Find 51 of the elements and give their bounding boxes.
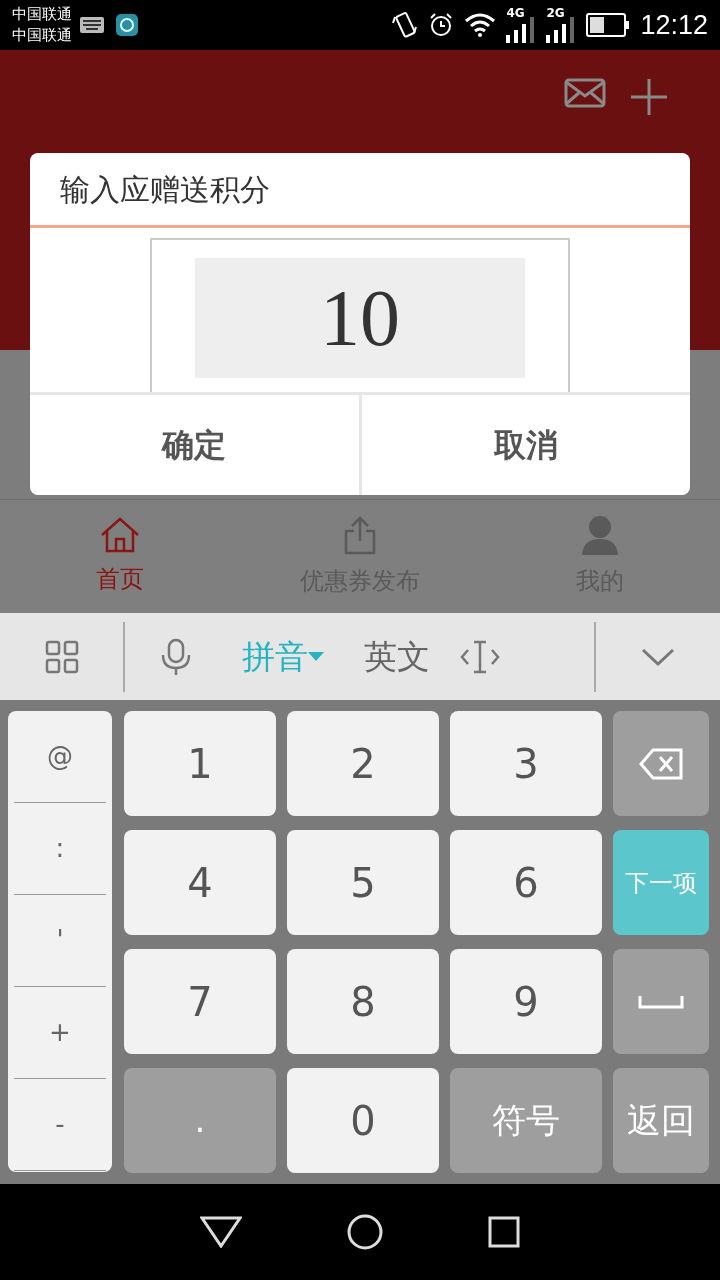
back-icon[interactable] [200,1216,242,1248]
side-symbol-key[interactable]: + [14,987,106,1079]
side-symbol-key[interactable]: : [14,803,106,895]
digit-key[interactable]: 8 [287,949,439,1054]
keyboard-icon [80,17,104,33]
home-icon [100,516,140,553]
microphone-icon[interactable] [160,637,192,676]
digit-key[interactable]: 5 [287,830,439,935]
person-icon [581,514,619,555]
symbol-key[interactable]: 符号 [450,1068,602,1173]
wifi-icon [464,13,497,37]
app-icon [116,14,138,36]
add-icon[interactable] [630,78,668,116]
network-label: 2G [546,7,565,19]
signal-icon [506,17,537,43]
points-input[interactable]: 10 [195,258,525,378]
digit-key[interactable]: 1 [124,711,276,816]
chevron-down-icon[interactable] [641,646,675,667]
carrier-label: 中国联通 [12,4,72,25]
mail-icon[interactable] [564,78,606,108]
digit-key[interactable]: 7 [124,949,276,1054]
signal-icon [546,17,577,43]
digit-key[interactable]: 9 [450,949,602,1054]
symbol-key[interactable]: . [124,1068,276,1173]
cursor-icon[interactable] [460,639,500,674]
side-symbol-key[interactable]: ' [14,895,106,987]
recents-icon[interactable] [488,1216,520,1248]
grid-icon[interactable] [44,639,79,674]
space-icon [638,994,684,1009]
digit-key[interactable]: 0 [287,1068,439,1173]
digit-key[interactable]: 4 [124,830,276,935]
backspace-icon [639,747,683,780]
carrier-label: 中国联通 [12,25,72,46]
caret-icon [308,651,324,662]
input-mode-tab[interactable]: 英文 [364,631,430,682]
digit-key[interactable]: 2 [287,711,439,816]
backspace-key[interactable] [613,711,709,816]
symbol-key[interactable]: 返回 [613,1068,709,1173]
side-symbol-key[interactable]: @ [14,711,106,803]
dialog-button[interactable]: 取消 [358,395,690,495]
share-icon [343,514,377,555]
vibrate-icon [392,11,419,39]
digit-key[interactable]: 6 [450,830,602,935]
dialog-button[interactable]: 确定 [30,395,359,495]
battery-icon [586,13,631,37]
home-button-icon[interactable] [347,1214,383,1250]
side-symbol-key[interactable]: - [14,1079,106,1171]
digit-key[interactable]: 3 [450,711,602,816]
network-label: 4G [506,7,525,19]
clock: 12:12 [640,8,708,42]
dialog-title: 输入应赠送积分 [60,170,270,209]
